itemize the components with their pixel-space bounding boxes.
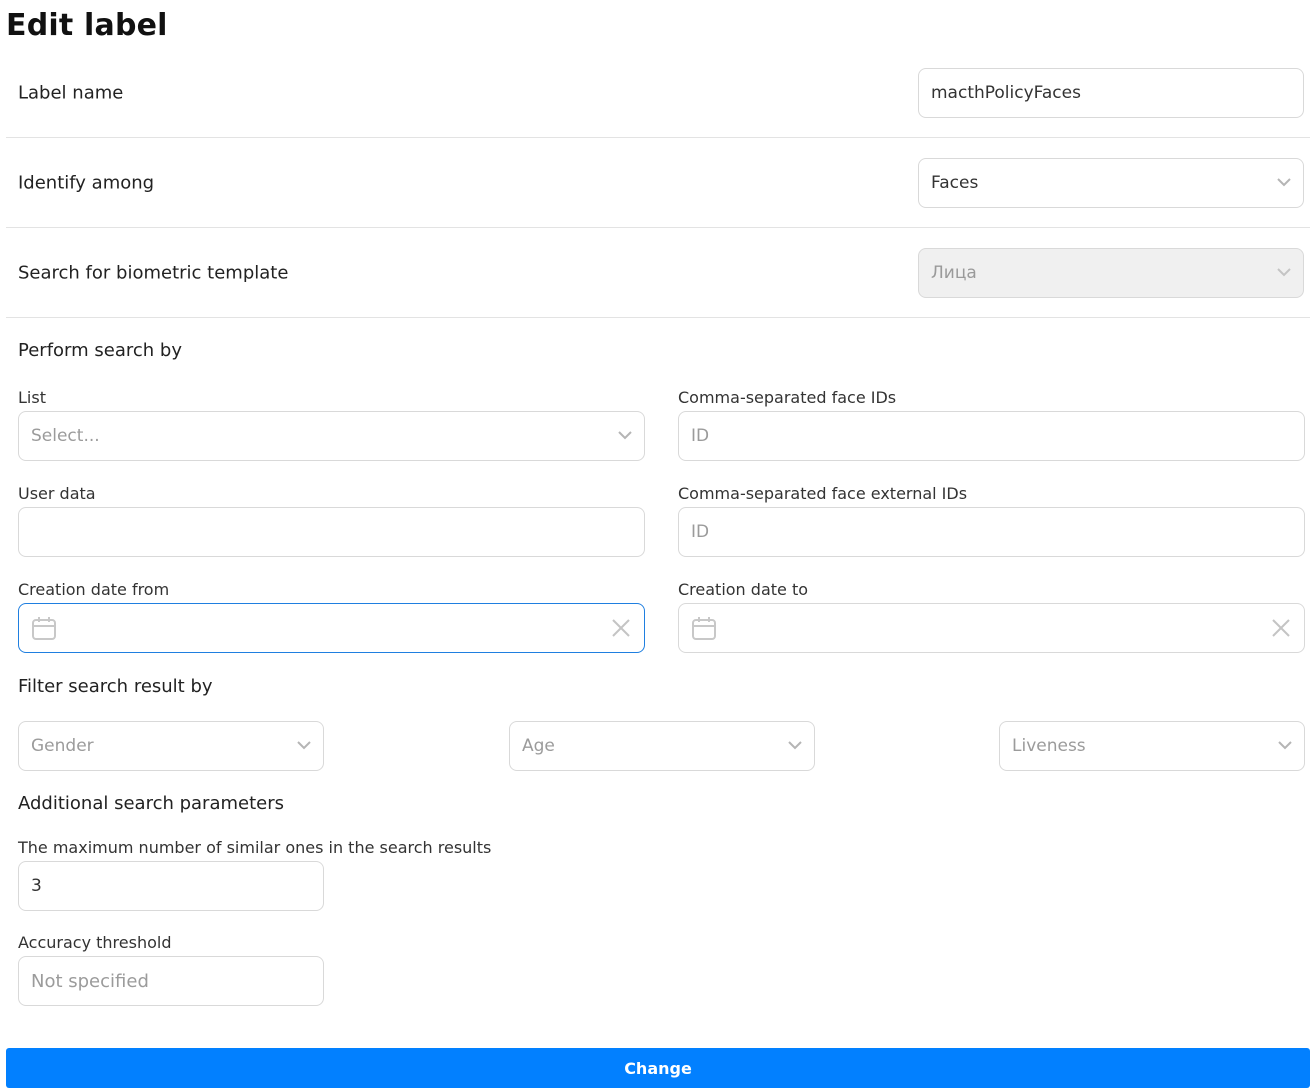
face-external-ids-label: Comma-separated face external IDs (678, 484, 968, 503)
date-to-input[interactable] (678, 603, 1305, 653)
date-to-field: Creation date to (678, 579, 1305, 653)
max-similar-field: The maximum number of similar ones in th… (18, 837, 492, 911)
page-title: Edit label (6, 8, 168, 43)
chevron-down-icon (788, 740, 802, 750)
date-from-input[interactable] (18, 603, 645, 653)
biometric-template-value: Лица (931, 262, 977, 283)
max-similar-label: The maximum number of similar ones in th… (18, 838, 492, 857)
identify-among-value: Faces (931, 172, 979, 193)
face-ids-field: Comma-separated face IDs ID (678, 387, 1305, 461)
face-ids-label: Comma-separated face IDs (678, 388, 897, 407)
liveness-placeholder: Liveness (1012, 736, 1086, 756)
face-ids-placeholder: ID (691, 426, 710, 446)
label-name-label: Label name (18, 82, 124, 103)
gender-field: Gender (18, 721, 324, 771)
filter-title: Filter search result by (18, 676, 213, 697)
list-select[interactable]: Select... (18, 411, 645, 461)
chevron-down-icon (1277, 267, 1291, 277)
additional-title: Additional search parameters (18, 793, 285, 814)
accuracy-label: Accuracy threshold (18, 933, 172, 952)
perform-search-title: Perform search by (18, 340, 182, 361)
list-label: List (18, 388, 46, 407)
list-placeholder: Select... (31, 426, 100, 446)
label-name-row: Label name macthPolicyFaces (6, 48, 1310, 138)
chevron-down-icon (1277, 177, 1291, 187)
date-from-label: Creation date from (18, 580, 170, 599)
list-field: List Select... (18, 387, 645, 461)
calendar-icon (692, 617, 716, 640)
date-to-label: Creation date to (678, 580, 809, 599)
biometric-template-row: Search for biometric template Лица (6, 228, 1310, 318)
chevron-down-icon (618, 430, 632, 440)
face-external-ids-input[interactable]: ID (678, 507, 1305, 557)
face-external-ids-field: Comma-separated face external IDs ID (678, 483, 1305, 557)
gender-select[interactable]: Gender (18, 721, 324, 771)
chevron-down-icon (297, 740, 311, 750)
change-button[interactable]: Change (6, 1048, 1310, 1088)
user-data-input[interactable] (18, 507, 645, 557)
calendar-icon (32, 617, 56, 640)
biometric-template-label: Search for biometric template (18, 262, 289, 283)
liveness-field: Liveness (999, 721, 1305, 771)
user-data-field: User data (18, 483, 645, 557)
face-external-ids-placeholder: ID (691, 522, 710, 542)
biometric-template-select: Лица (918, 247, 1304, 298)
accuracy-input[interactable]: Not specified (18, 956, 324, 1006)
clear-icon[interactable] (610, 617, 632, 639)
label-name-input[interactable]: macthPolicyFaces (918, 67, 1304, 118)
user-data-label: User data (18, 484, 96, 503)
accuracy-field: Accuracy threshold Not specified (18, 932, 324, 1006)
date-from-field: Creation date from (18, 579, 645, 653)
age-field: Age (509, 721, 815, 771)
clear-icon[interactable] (1270, 617, 1292, 639)
label-name-value: macthPolicyFaces (931, 82, 1081, 103)
identify-among-label: Identify among (18, 172, 155, 193)
liveness-select[interactable]: Liveness (999, 721, 1305, 771)
accuracy-placeholder: Not specified (31, 970, 149, 992)
max-similar-input[interactable]: 3 (18, 861, 324, 911)
identify-among-row: Identify among Faces (6, 138, 1310, 228)
edit-label-page: Edit label Label name macthPolicyFaces I… (0, 0, 1310, 1091)
age-placeholder: Age (522, 736, 555, 756)
chevron-down-icon (1278, 740, 1292, 750)
face-ids-input[interactable]: ID (678, 411, 1305, 461)
identify-among-select[interactable]: Faces (918, 157, 1304, 208)
max-similar-value: 3 (31, 876, 42, 896)
age-select[interactable]: Age (509, 721, 815, 771)
gender-placeholder: Gender (31, 736, 94, 756)
